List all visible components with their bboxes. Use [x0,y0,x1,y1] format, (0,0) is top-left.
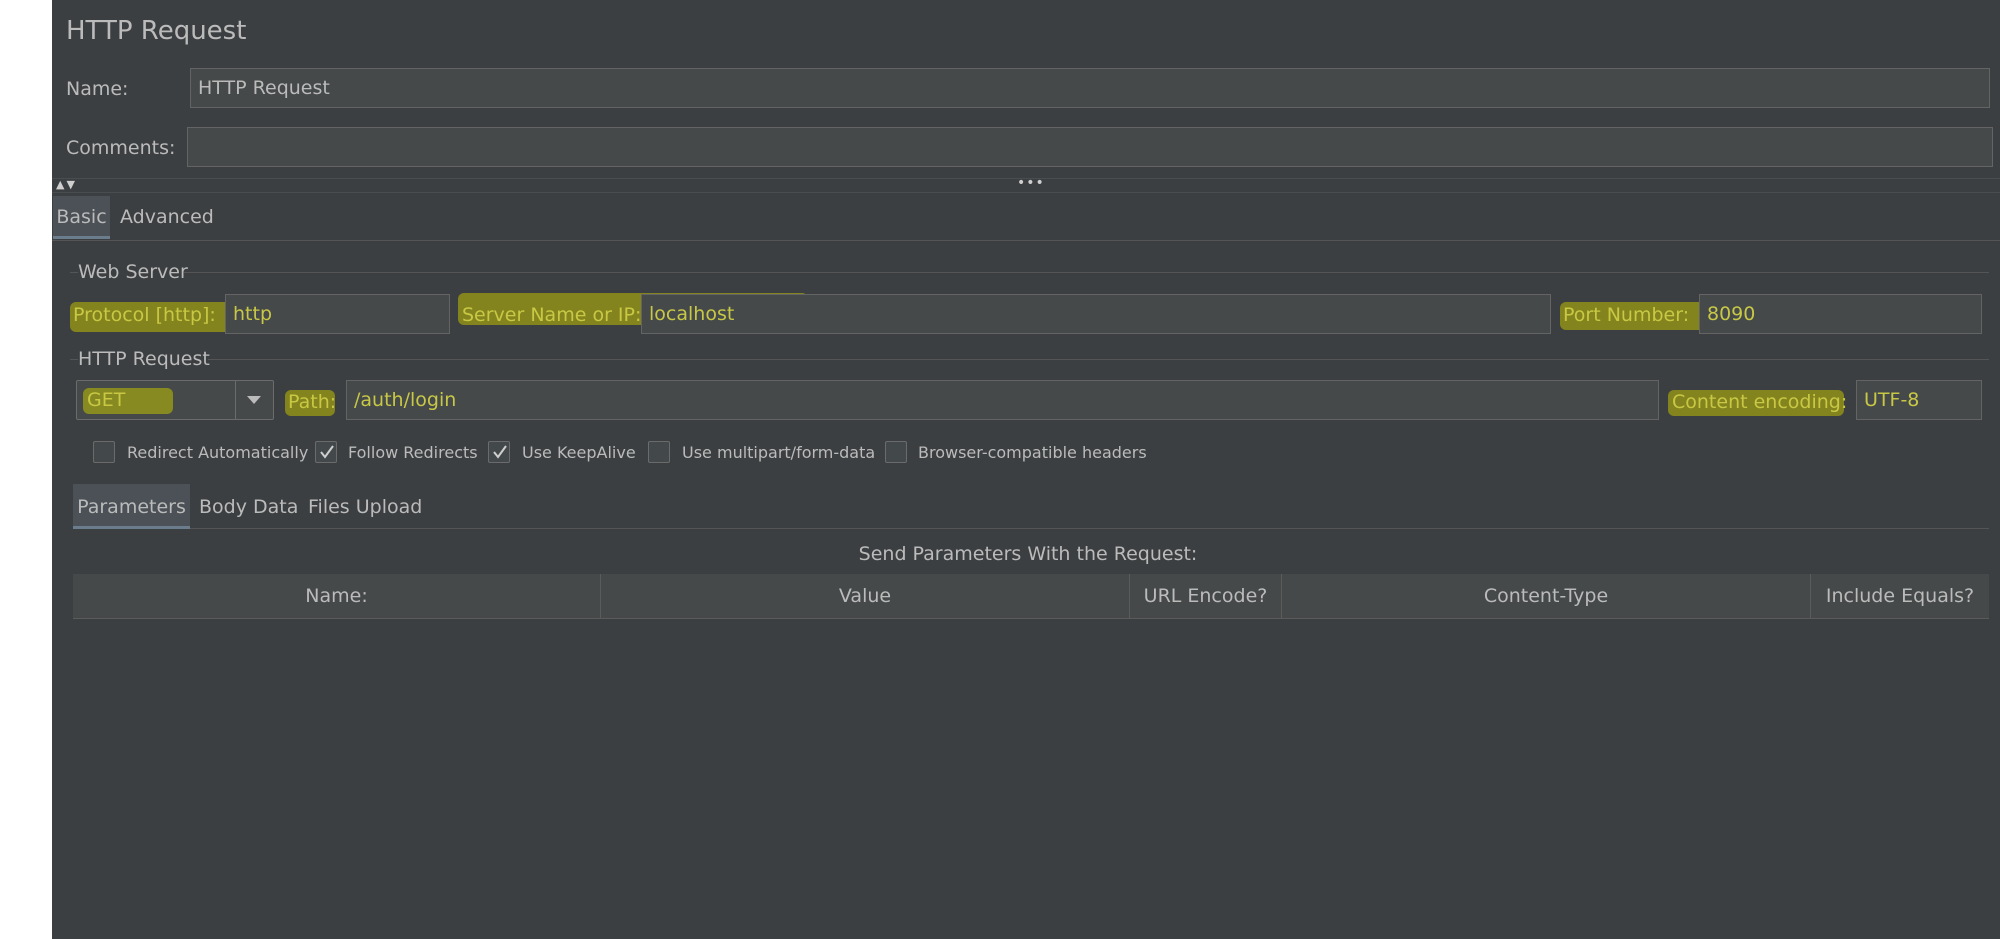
column-header-include-equals[interactable]: Include Equals? [1811,574,1989,618]
protocol-value: http [233,303,273,325]
column-header-content-type[interactable]: Content-Type [1282,574,1811,618]
use-keepalive-checkbox[interactable] [488,441,510,463]
column-header-url-encode[interactable]: URL Encode? [1130,574,1282,618]
use-multipart-checkbox[interactable] [648,441,670,463]
server-value: localhost [649,303,735,325]
encoding-field[interactable]: UTF-8 [1856,380,1982,420]
redirect-automatically-label: Redirect Automatically [127,443,309,462]
method-select[interactable]: GET [76,380,274,420]
server-field[interactable]: localhost [641,294,1551,334]
use-multipart-label: Use multipart/form-data [682,443,876,462]
browser-compatible-headers-label: Browser-compatible headers [918,443,1147,462]
http-request-rule [208,359,1989,360]
sub-tabs-divider [190,528,1989,529]
web-server-rule [184,272,1989,273]
web-server-rule-left [70,272,78,273]
checkmark-icon [320,445,334,459]
path-field[interactable]: /auth/login [346,380,1659,420]
port-value: 8090 [1707,303,1756,325]
column-header-value[interactable]: Value [601,574,1130,618]
http-request-rule-left [70,359,78,360]
tabs-divider [52,240,2000,241]
tab-body-data[interactable]: Body Data [199,484,298,526]
web-server-title: Web Server [78,261,188,283]
splitter-line-bottom [52,192,2000,193]
method-value: GET [87,389,126,411]
protocol-field[interactable]: http [225,294,450,334]
browser-compatible-headers-checkbox[interactable] [885,441,907,463]
port-label: Port Number: [1563,304,1690,326]
redirect-automatically-checkbox[interactable] [93,441,115,463]
splitter-handle-icon[interactable]: ••• [1017,175,1045,191]
splitter-arrows-icon[interactable]: ▲▼ [56,178,77,191]
chevron-down-icon[interactable] [246,395,262,405]
comments-label: Comments: [66,137,176,159]
tab-files-upload[interactable]: Files Upload [308,484,422,526]
follow-redirects-checkbox[interactable] [315,441,337,463]
method-select-divider [235,381,236,419]
column-header-name[interactable]: Name: [73,574,601,618]
tab-parameters[interactable]: Parameters [73,484,190,529]
path-label: Path: [288,391,337,413]
encoding-label: Content encoding: [1672,391,1848,413]
page-title: HTTP Request [66,16,247,46]
name-field[interactable]: HTTP Request [190,68,1990,108]
http-request-title: HTTP Request [78,348,210,370]
use-keepalive-label: Use KeepAlive [522,443,636,462]
tab-advanced[interactable]: Advanced [120,196,214,236]
comments-field[interactable] [187,127,1993,167]
path-value: /auth/login [354,389,457,411]
server-label: Server Name or IP: [462,304,642,326]
name-label: Name: [66,78,129,100]
protocol-label: Protocol [http]: [73,304,216,326]
tab-basic[interactable]: Basic [53,196,110,239]
checkmark-icon [493,445,507,459]
port-field[interactable]: 8090 [1699,294,1982,334]
parameters-table-body[interactable] [73,619,1989,939]
encoding-value: UTF-8 [1864,389,1920,411]
follow-redirects-label: Follow Redirects [348,443,478,462]
params-title: Send Parameters With the Request: [858,543,1198,565]
